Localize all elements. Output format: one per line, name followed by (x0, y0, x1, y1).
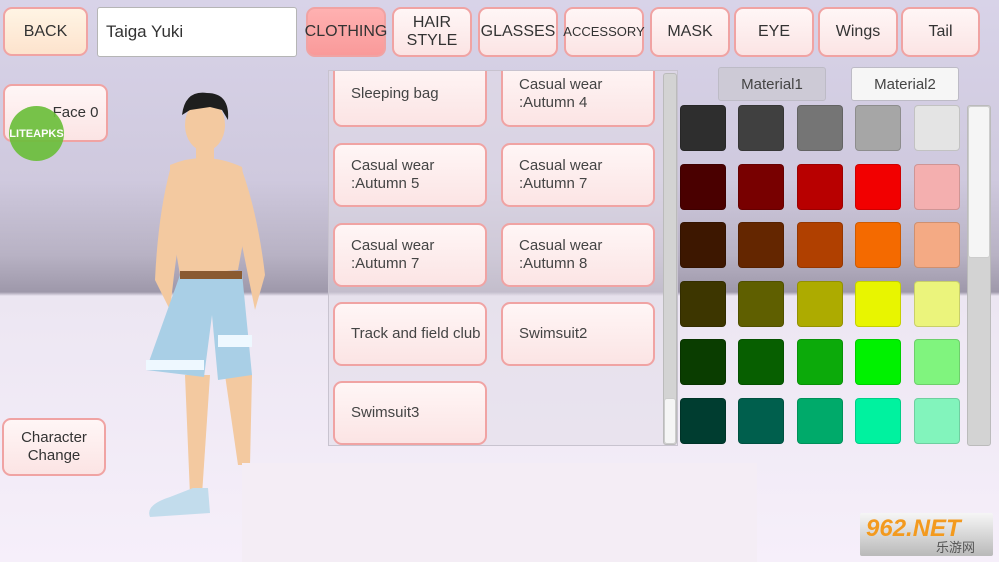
character-model (146, 92, 265, 517)
color-swatch[interactable] (914, 222, 960, 269)
list-item[interactable]: Track and field club (333, 302, 487, 366)
palette-scrollbar[interactable] (967, 105, 991, 446)
color-swatch[interactable] (738, 280, 784, 327)
color-swatch[interactable] (738, 163, 784, 210)
color-swatch[interactable] (855, 222, 901, 269)
color-swatch[interactable] (680, 105, 726, 151)
item-label: Casual wear :Autumn 7 (519, 157, 603, 192)
color-swatch[interactable] (680, 339, 726, 386)
list-item[interactable]: Swimsuit2 (501, 302, 655, 366)
color-swatch[interactable] (855, 280, 901, 327)
item-label: Track and field club (351, 325, 481, 342)
watermark-subtext: 乐游网 (936, 540, 976, 555)
color-swatch[interactable] (680, 280, 726, 327)
color-swatch[interactable] (855, 163, 901, 210)
item-label: Casual wear :Autumn 5 (351, 157, 435, 192)
character-change-button[interactable]: Character Change (2, 418, 106, 476)
color-swatch[interactable] (680, 163, 726, 210)
list-item[interactable]: Casual wear :Autumn 7 (501, 143, 655, 207)
list-item[interactable]: Casual wear :Autumn 7 (333, 223, 487, 287)
tab-wings[interactable]: Wings (818, 7, 898, 57)
item-label: Casual wear :Autumn 8 (519, 237, 603, 272)
color-swatch[interactable] (914, 280, 960, 327)
tab-mask[interactable]: MASK (650, 7, 730, 57)
list-scrollbar[interactable] (663, 73, 677, 445)
color-swatch[interactable] (914, 163, 960, 210)
color-swatch[interactable] (797, 339, 843, 386)
list-item[interactable]: Casual wear :Autumn 5 (333, 143, 487, 207)
material1-button[interactable]: Material1 (718, 67, 826, 101)
color-swatch[interactable] (855, 105, 901, 151)
liteapks-watermark: LITEAPKS (9, 106, 64, 161)
list-item[interactable]: Casual wear :Autumn 8 (501, 223, 655, 287)
character-name-input[interactable]: Taiga Yuki (97, 7, 297, 57)
tab-hair-style[interactable]: HAIR STYLE (392, 7, 472, 57)
item-label: Swimsuit2 (519, 325, 588, 342)
tab-clothing[interactable]: CLOTHING (305, 7, 387, 57)
tab-tail[interactable]: Tail (901, 7, 980, 57)
item-label: Sleeping bag (351, 85, 439, 102)
tab-glasses[interactable]: GLASSES (478, 7, 558, 57)
color-swatch[interactable] (680, 398, 726, 444)
item-label: Swimsuit3 (351, 404, 420, 421)
preview-area (242, 463, 757, 562)
tab-accessory[interactable]: ACCESSORY (563, 7, 645, 57)
color-swatch[interactable] (797, 222, 843, 269)
list-item[interactable]: Swimsuit3 (333, 381, 487, 445)
color-swatch[interactable] (680, 222, 726, 269)
color-swatch[interactable] (797, 105, 843, 151)
list-item-sleeping-bag[interactable]: Sleeping bag (333, 71, 487, 127)
color-swatch[interactable] (738, 222, 784, 269)
color-swatch[interactable] (797, 280, 843, 327)
color-swatch[interactable] (738, 339, 784, 386)
color-swatch[interactable] (738, 105, 784, 151)
color-swatch[interactable] (914, 105, 960, 151)
962-net-watermark: 962.NET 乐游网 (860, 513, 993, 556)
color-palette (680, 105, 962, 445)
palette-scrollbar-thumb[interactable] (968, 106, 990, 258)
clothing-list-panel: Sleeping bag Casual wear :Autumn 4 Casua… (328, 70, 678, 446)
item-label: Casual wear :Autumn 7 (351, 237, 435, 272)
color-swatch[interactable] (914, 398, 960, 444)
back-button[interactable]: BACK (3, 7, 88, 56)
color-swatch[interactable] (855, 398, 901, 444)
item-label: Casual wear :Autumn 4 (519, 76, 603, 111)
material2-button[interactable]: Material2 (851, 67, 959, 101)
color-swatch[interactable] (797, 163, 843, 210)
tab-eye[interactable]: EYE (734, 7, 814, 57)
color-swatch[interactable] (855, 339, 901, 386)
color-swatch[interactable] (797, 398, 843, 444)
list-item[interactable]: Casual wear :Autumn 4 (501, 71, 655, 127)
color-swatch[interactable] (914, 339, 960, 386)
list-scrollbar-thumb[interactable] (664, 398, 676, 444)
color-swatch[interactable] (738, 398, 784, 444)
